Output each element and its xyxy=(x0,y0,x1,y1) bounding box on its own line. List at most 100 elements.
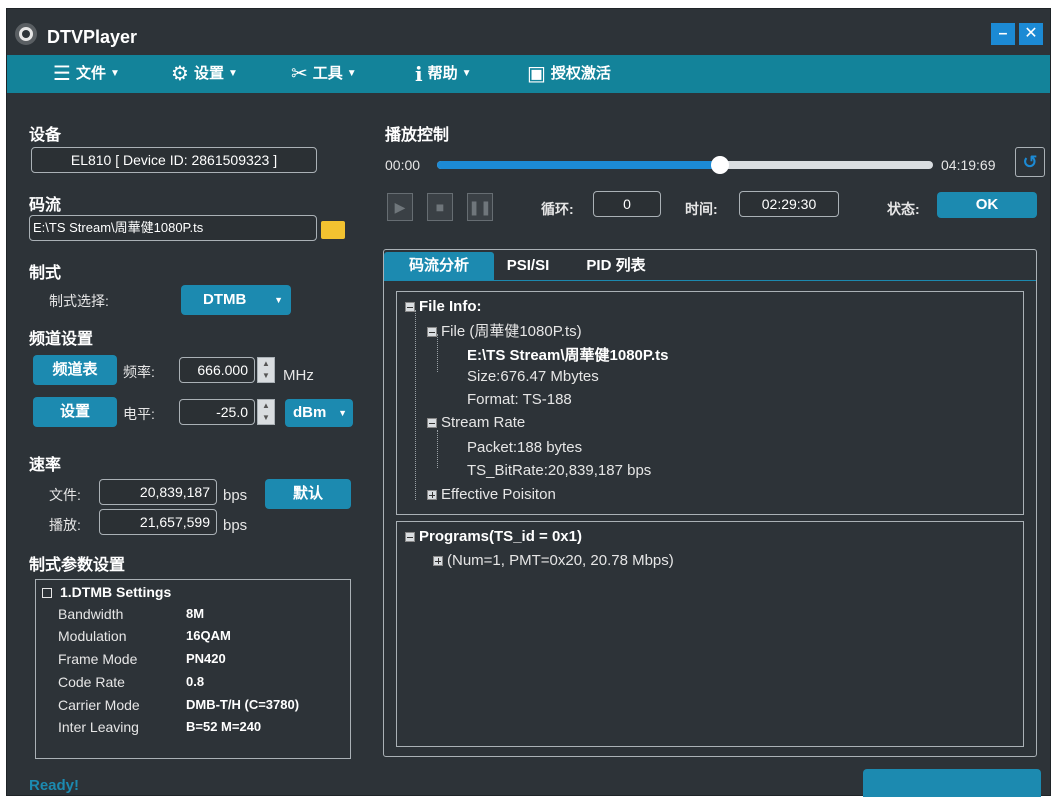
setting-key: Modulation xyxy=(58,628,127,644)
tree-label: Programs(TS_id = 0x1) xyxy=(419,528,582,545)
menu-tools[interactable]: ✂ 工具 ▼ xyxy=(291,55,357,93)
frequency-spinner[interactable] xyxy=(257,357,275,383)
mode-select-label: 制式选择: xyxy=(49,293,109,309)
collapse-icon[interactable] xyxy=(405,532,415,543)
stream-path-input[interactable]: E:\TS Stream\周華健1080P.ts xyxy=(29,215,317,241)
tree-node-program[interactable]: (Num=1, PMT=0x20, 20.78 Mbps) xyxy=(433,552,674,569)
tree-node-stream-rate[interactable]: Stream Rate xyxy=(427,414,525,431)
analysis-panel: 码流分析 PSI/SI PID 列表 File Info: File (周華健1… xyxy=(383,249,1037,757)
playback-end-time: 04:19:69 xyxy=(941,157,996,173)
mode-select[interactable]: DTMB ▼ xyxy=(181,285,291,315)
tree-label: Effective Poisiton xyxy=(441,486,556,503)
setting-row[interactable]: Code Rate 0.8 xyxy=(58,674,338,696)
playback-seek-bar[interactable] xyxy=(437,156,933,174)
tree-label: Stream Rate xyxy=(441,414,526,431)
list-icon: ☰ xyxy=(53,63,71,86)
dtmb-settings-table: 1.DTMB Settings Bandwidth 8M Modulation 16… xyxy=(35,579,351,759)
expand-icon[interactable] xyxy=(427,490,437,501)
frequency-unit: MHz xyxy=(283,367,314,384)
setting-key: Inter Leaving xyxy=(58,719,139,735)
tree-node-position[interactable]: Effective Poisiton xyxy=(427,486,556,503)
play-icon[interactable]: ▶ xyxy=(387,193,413,221)
mode-select-value: DTMB xyxy=(203,291,247,308)
expand-icon[interactable] xyxy=(433,556,443,567)
tab-pid-list[interactable]: PID 列表 xyxy=(576,252,656,280)
app-title: DTVPlayer xyxy=(47,27,138,47)
collapse-icon[interactable] xyxy=(427,327,437,338)
rate-file-unit: bps xyxy=(223,487,248,504)
device-field[interactable]: EL810 [ Device ID: 2861509323 ] xyxy=(31,147,317,173)
level-spinner[interactable] xyxy=(257,399,275,425)
refresh-icon[interactable]: ↺ xyxy=(1015,147,1045,177)
state-badge: OK xyxy=(937,192,1037,218)
time-input[interactable]: 02:29:30 xyxy=(739,191,839,217)
rate-file-label: 文件: xyxy=(49,487,81,503)
app-window: DTVPlayer – ✕ ☰ 文件 ▼ ⚙ 设置 ▼ ✂ 工具 ▼ i 帮助 ▼ ▣ 授权激活 … xyxy=(6,8,1051,797)
menu-file[interactable]: ☰ 文件 ▼ xyxy=(53,55,120,93)
tree-leaf-path[interactable]: E:\TS Stream\周華健1080P.ts xyxy=(467,344,668,365)
playback-title: 播放控制 xyxy=(385,127,450,144)
loop-label: 循环: xyxy=(541,201,574,217)
channel-table-button[interactable]: 频道表 xyxy=(33,355,117,385)
menu-activate[interactable]: ▣ 授权激活 xyxy=(527,55,611,93)
tree-node-programs[interactable]: Programs(TS_id = 0x1) xyxy=(405,528,582,545)
app-logo-icon xyxy=(15,23,37,45)
key-icon: ▣ xyxy=(527,63,546,86)
menu-tools-label: 工具 xyxy=(312,65,343,82)
level-label: 电平: xyxy=(123,406,155,422)
seek-bar-fill xyxy=(437,161,720,169)
tree-node-file-info[interactable]: File Info: xyxy=(405,298,482,315)
tree-leaf-bitrate[interactable]: TS_BitRate:20,839,187 bps xyxy=(467,462,651,479)
setting-row[interactable]: Frame Mode PN420 xyxy=(58,651,338,673)
collapse-icon[interactable] xyxy=(427,418,437,429)
default-rate-button[interactable]: 默认 xyxy=(265,479,351,509)
level-input[interactable]: -25.0 xyxy=(179,399,255,425)
channel-title: 频道设置 xyxy=(29,331,94,348)
tree-line xyxy=(415,310,416,500)
stop-icon[interactable]: ■ xyxy=(427,193,453,221)
tree-leaf-packet[interactable]: Packet:188 bytes xyxy=(467,439,582,456)
setting-row[interactable]: Carrier Mode DMB-T/H (C=3780) xyxy=(58,697,338,719)
time-label: 时间: xyxy=(685,201,718,217)
collapse-icon[interactable] xyxy=(405,302,415,313)
level-unit-select[interactable]: dBm ▼ xyxy=(285,399,353,427)
setting-value: 0.8 xyxy=(186,674,205,689)
setting-key: Carrier Mode xyxy=(58,697,140,713)
minimize-button[interactable]: – xyxy=(991,23,1015,45)
title-bar: DTVPlayer – ✕ xyxy=(7,9,1050,49)
setting-row[interactable]: Modulation 16QAM xyxy=(58,628,338,650)
settings-group-label: 1.DTMB Settings xyxy=(60,584,172,600)
setting-row[interactable]: Inter Leaving B=52 M=240 xyxy=(58,719,338,741)
level-unit-value: dBm xyxy=(293,404,327,421)
seek-bar-thumb[interactable] xyxy=(710,156,729,174)
state-label: 状态: xyxy=(887,201,920,217)
tree-node-file[interactable]: File (周華健1080P.ts) xyxy=(427,320,582,341)
menu-settings[interactable]: ⚙ 设置 ▼ xyxy=(171,55,238,93)
chevron-down-icon: ▼ xyxy=(109,68,120,80)
chevron-down-icon: ▼ xyxy=(274,295,283,305)
rate-play-unit: bps xyxy=(223,517,248,534)
tree-label: File (周華健1080P.ts) xyxy=(441,323,582,340)
folder-icon[interactable] xyxy=(321,221,345,239)
tree-leaf-size[interactable]: Size:676.47 Mbytes xyxy=(467,368,599,385)
params-title: 制式参数设置 xyxy=(29,557,126,574)
setting-key: Bandwidth xyxy=(58,606,124,622)
collapse-icon[interactable] xyxy=(42,588,52,598)
pause-icon[interactable]: ❚❚ xyxy=(467,193,493,221)
tab-psi-si[interactable]: PSI/SI xyxy=(500,252,556,280)
set-level-button[interactable]: 设置 xyxy=(33,397,117,427)
chevron-down-icon: ▼ xyxy=(338,408,347,418)
tree-leaf-format[interactable]: Format: TS-188 xyxy=(467,391,572,408)
rate-file-input[interactable]: 20,839,187 xyxy=(99,479,217,505)
loop-input[interactable]: 0 xyxy=(593,191,661,217)
menu-activate-label: 授权激活 xyxy=(550,65,611,82)
setting-key: Frame Mode xyxy=(58,651,138,667)
close-button[interactable]: ✕ xyxy=(1019,23,1043,45)
frequency-input[interactable]: 666.000 xyxy=(179,357,255,383)
setting-row[interactable]: Bandwidth 8M xyxy=(58,606,338,628)
rate-play-input[interactable]: 21,657,599 xyxy=(99,509,217,535)
setting-value: 16QAM xyxy=(186,628,231,643)
menu-help[interactable]: i 帮助 ▼ xyxy=(415,55,472,93)
tools-icon: ✂ xyxy=(291,63,308,86)
tab-stream-analysis[interactable]: 码流分析 xyxy=(384,252,494,280)
